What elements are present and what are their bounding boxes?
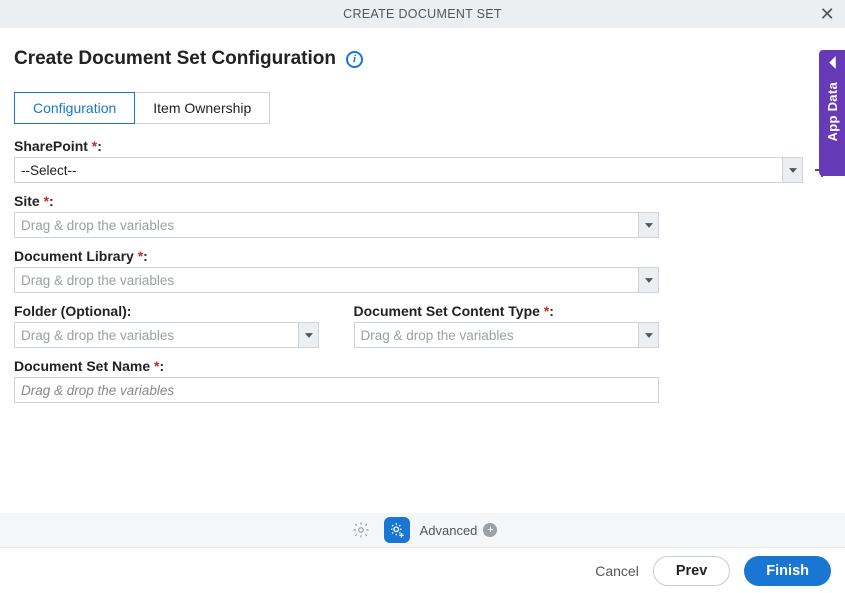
- advanced-label: Advanced: [420, 523, 478, 538]
- field-sharepoint: SharePoint *: --Select--: [14, 138, 831, 183]
- footer-buttons: Cancel Prev Finish: [0, 547, 845, 593]
- row-folder-contenttype: Folder (Optional): Drag & drop the varia…: [14, 303, 659, 358]
- chevron-down-icon[interactable]: [638, 268, 658, 292]
- finish-button[interactable]: Finish: [744, 556, 831, 586]
- label-sharepoint: SharePoint *:: [14, 138, 831, 154]
- field-ds-name: Document Set Name *: Drag & drop the var…: [14, 358, 831, 403]
- required-marker: *: [138, 248, 143, 264]
- footer-toolbar: Advanced +: [0, 513, 845, 547]
- chevron-down-icon[interactable]: [298, 323, 318, 347]
- content-type-input[interactable]: Drag & drop the variables: [354, 322, 660, 348]
- field-folder: Folder (Optional): Drag & drop the varia…: [14, 303, 320, 348]
- label-site: Site *:: [14, 193, 831, 209]
- content-type-placeholder: Drag & drop the variables: [355, 328, 639, 343]
- tabs: Configuration Item Ownership: [0, 70, 845, 124]
- chevron-down-icon[interactable]: [782, 158, 802, 182]
- document-library-placeholder: Drag & drop the variables: [15, 273, 638, 288]
- tab-configuration[interactable]: Configuration: [14, 92, 135, 124]
- chevron-down-icon[interactable]: [638, 213, 658, 237]
- label-document-library: Document Library *:: [14, 248, 831, 264]
- tab-item-ownership[interactable]: Item Ownership: [134, 92, 270, 124]
- site-input[interactable]: Drag & drop the variables: [14, 212, 659, 238]
- label-folder: Folder (Optional):: [14, 303, 320, 319]
- required-marker: *: [92, 138, 97, 154]
- required-marker: *: [44, 193, 49, 209]
- label-ds-name: Document Set Name *:: [14, 358, 831, 374]
- info-icon[interactable]: i: [346, 51, 363, 68]
- ds-name-placeholder: Drag & drop the variables: [15, 383, 658, 398]
- folder-placeholder: Drag & drop the variables: [15, 328, 298, 343]
- cancel-button[interactable]: Cancel: [595, 563, 639, 579]
- drawer-label: App Data: [825, 82, 840, 141]
- chevron-down-icon[interactable]: [638, 323, 658, 347]
- label-content-type: Document Set Content Type *:: [354, 303, 660, 319]
- page-heading: Create Document Set Configuration i: [0, 28, 845, 70]
- title-bar-title: CREATE DOCUMENT SET: [343, 7, 502, 21]
- app-data-drawer[interactable]: App Data: [819, 50, 845, 176]
- required-marker: *: [544, 303, 549, 319]
- close-icon[interactable]: ✕: [820, 4, 835, 25]
- field-site: Site *: Drag & drop the variables: [14, 193, 831, 238]
- chevron-left-icon: [828, 56, 837, 72]
- gear-plus-icon[interactable]: [384, 517, 410, 543]
- field-document-library: Document Library *: Drag & drop the vari…: [14, 248, 831, 293]
- config-form: SharePoint *: --Select-- Site *: Drag & …: [0, 124, 845, 403]
- title-bar: CREATE DOCUMENT SET ✕: [0, 0, 845, 28]
- plus-circle-icon: +: [483, 523, 497, 537]
- prev-button[interactable]: Prev: [653, 556, 730, 586]
- site-placeholder: Drag & drop the variables: [15, 218, 638, 233]
- document-library-input[interactable]: Drag & drop the variables: [14, 267, 659, 293]
- page-title: Create Document Set Configuration: [14, 48, 336, 70]
- field-content-type: Document Set Content Type *: Drag & drop…: [354, 303, 660, 348]
- folder-input[interactable]: Drag & drop the variables: [14, 322, 319, 348]
- gear-icon[interactable]: [348, 517, 374, 543]
- advanced-toggle[interactable]: Advanced +: [420, 523, 498, 538]
- required-marker: *: [154, 358, 159, 374]
- sharepoint-select-value: --Select--: [15, 163, 782, 178]
- ds-name-input[interactable]: Drag & drop the variables: [14, 377, 659, 403]
- sharepoint-select[interactable]: --Select--: [14, 157, 803, 183]
